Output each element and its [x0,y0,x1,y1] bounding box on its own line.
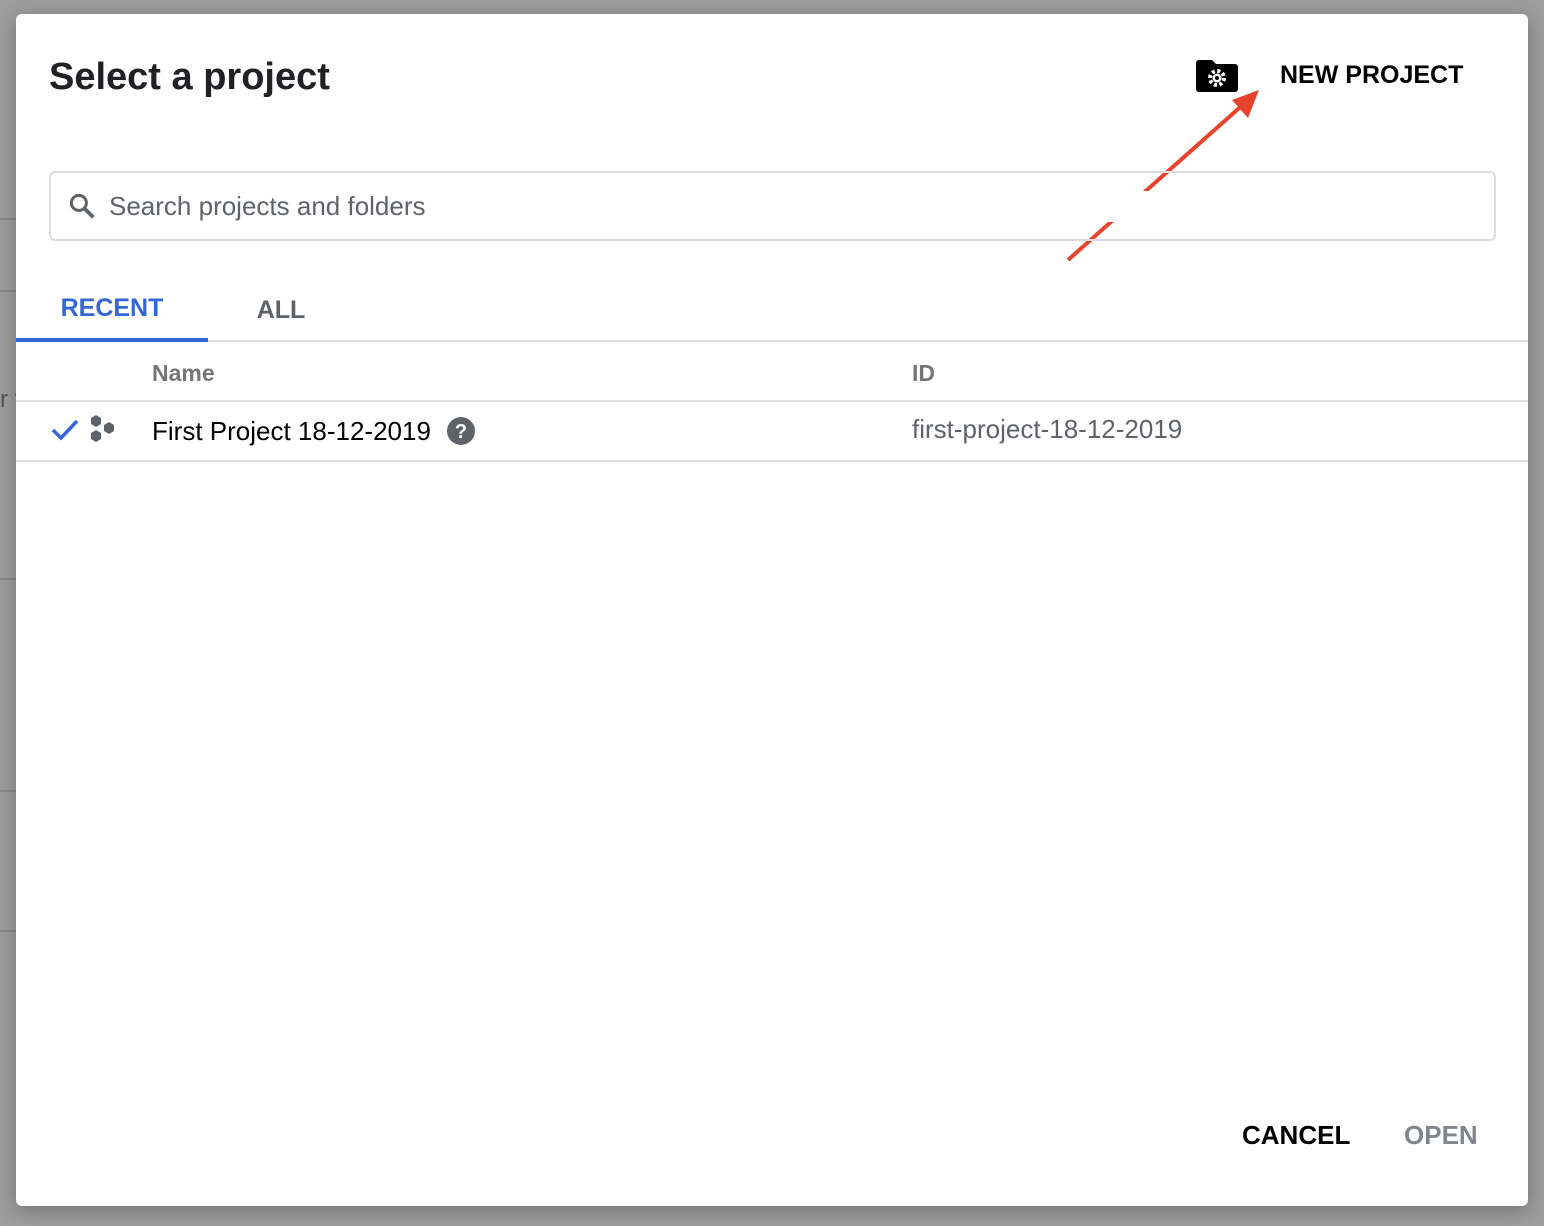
background-divider [0,218,16,220]
cancel-button[interactable]: CANCEL [1242,1120,1350,1151]
search-field[interactable] [49,171,1496,241]
table-row[interactable]: First Project 18-12-2019 ? first-project… [16,402,1528,462]
column-header-id[interactable]: ID [912,360,935,387]
tab-recent[interactable]: RECENT [16,278,208,342]
background-divider [0,790,16,792]
project-name: First Project 18-12-2019 [152,416,431,446]
column-header-name[interactable]: Name [152,360,215,387]
check-icon [51,419,79,441]
tab-bar: RECENT ALL [16,278,1528,342]
background-divider [0,290,16,292]
background-divider [0,578,16,580]
new-project-label: NEW PROJECT [1280,60,1464,89]
search-input[interactable] [109,190,1409,222]
open-button[interactable]: OPEN [1404,1120,1478,1151]
project-icon [91,415,114,442]
tab-all[interactable]: ALL [226,278,336,342]
project-id: first-project-18-12-2019 [912,414,1183,444]
help-icon[interactable]: ? [446,416,476,446]
select-project-dialog: Select a project NEW PROJECT RECENT ALL … [16,14,1528,1206]
svg-text:?: ? [455,421,467,443]
dialog-title: Select a project [49,56,330,98]
background-divider [0,930,16,932]
search-icon [69,193,95,219]
table-header: Name ID [16,344,1528,402]
